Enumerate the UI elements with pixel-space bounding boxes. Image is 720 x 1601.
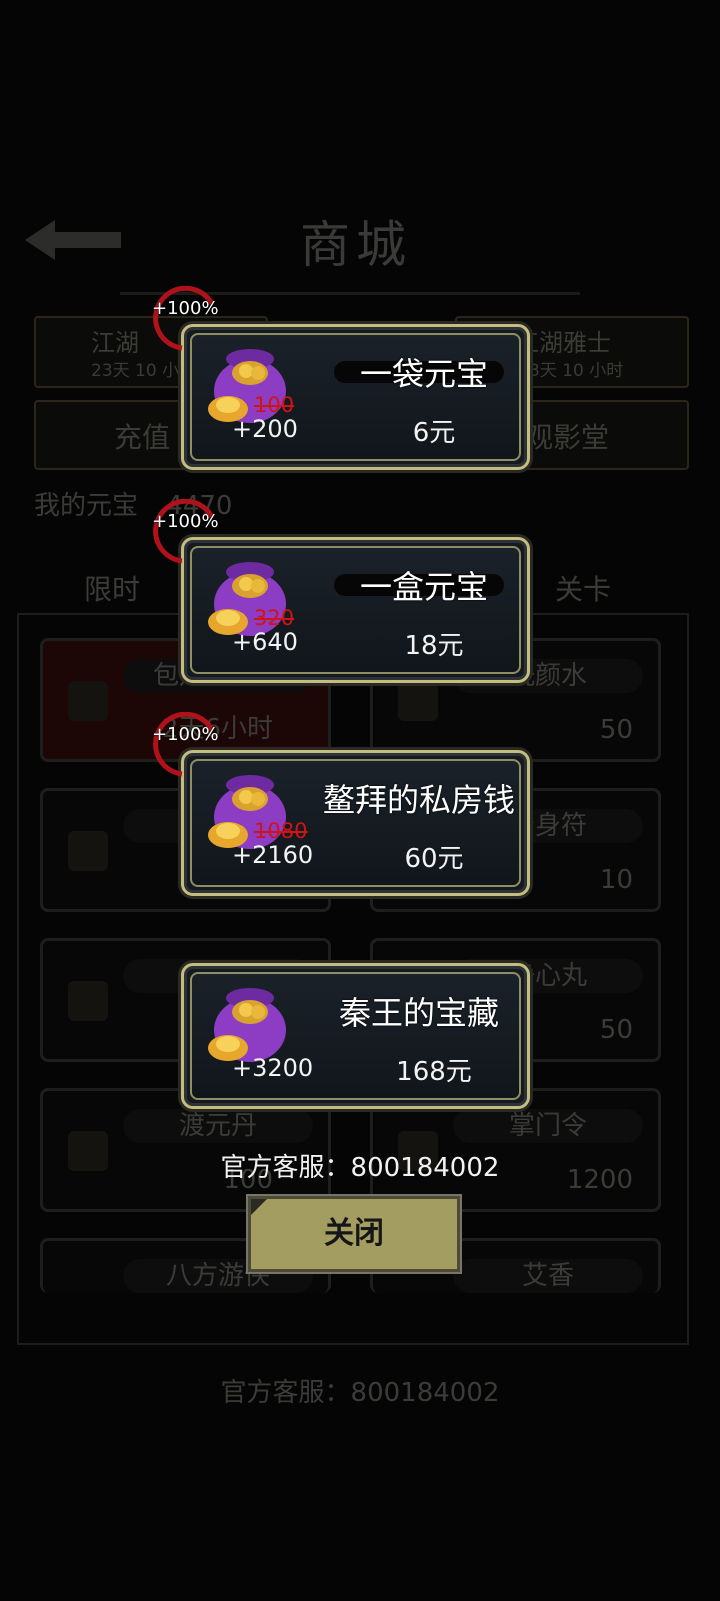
item-icon [68,981,108,1021]
bonus-badge: +100% [152,711,222,782]
shop-tab-limited[interactable]: 限时 [84,568,140,608]
shop-tab-stage[interactable]: 关卡 [555,568,611,608]
offer-name: 一袋元宝 [334,349,514,395]
offer-card-qin[interactable]: +3200 秦王的宝藏 168元 [181,963,530,1109]
item-value: 50 [599,715,633,745]
movie-hall-tab-label: 观影堂 [525,421,610,454]
vip-left-time: 23天 10 小 [91,361,180,381]
offer-price: 60元 [404,844,464,874]
offer-price: 168元 [396,1057,472,1087]
item-icon [68,681,108,721]
button-corner-notch [251,1199,267,1215]
item-value: 50 [599,1015,633,1045]
bonus-text: +100% [152,511,219,532]
bonus-text: +100% [152,724,219,745]
offer-name: 一盒元宝 [334,562,514,608]
offer-name: 鳌拜的私房钱 [314,775,524,821]
item-name: 渡元丹 [123,1109,313,1143]
bonus-ring-icon [153,498,215,564]
close-button-label: 关闭 [324,1216,384,1251]
offer-original-amount: 320 [254,606,295,630]
offer-price: 18元 [404,631,464,661]
offer-name: 秦王的宝藏 [319,988,519,1034]
item-name: 艾香 [453,1259,643,1293]
offer-name-text: 秦王的宝藏 [338,994,499,1032]
offer-card-aobai[interactable]: 1080 +2160 鳌拜的私房钱 60元 [181,750,530,896]
offer-original-amount: 100 [254,393,295,417]
offer-name-text: 一袋元宝 [359,355,488,393]
bonus-text: +100% [152,298,219,319]
back-arrow-icon[interactable] [25,218,125,262]
vip-left-name: 江湖 [91,329,139,357]
background-customer-service: 官方客服：800184002 [220,1378,500,1408]
offer-card-box[interactable]: 320 +640 一盒元宝 18元 [181,537,530,683]
my-yuanbao-label: 我的元宝 [34,491,139,521]
bonus-badge: +100% [152,285,222,356]
offer-name-text: 鳌拜的私房钱 [322,781,515,819]
bonus-badge: +100% [152,498,222,569]
customer-service-line: 官方客服：800184002 [220,1153,500,1183]
offer-card-bag[interactable]: 100 +200 一袋元宝 6元 [181,324,530,470]
offer-original-amount: 1080 [254,819,308,843]
offer-amount: +2160 [232,841,314,869]
vip-right-time: 3天 10 小时 [529,361,624,381]
bonus-ring-icon [153,285,215,351]
offer-name-text: 一盒元宝 [359,568,488,606]
item-value: 10 [599,865,633,895]
item-name: 掌门令 [453,1109,643,1143]
charge-tab-label: 充值 [114,421,171,454]
item-icon [68,831,108,871]
bonus-ring-icon [153,711,215,777]
offer-amount: +640 [232,628,298,656]
close-button[interactable]: 关闭 [248,1196,460,1272]
offer-amount: +200 [232,415,298,443]
page-title: 商城 [300,216,412,274]
offer-price: 6元 [412,418,456,448]
offer-amount: +3200 [232,1054,314,1082]
item-icon [398,681,438,721]
yuanbao-bag-icon [208,988,286,1062]
